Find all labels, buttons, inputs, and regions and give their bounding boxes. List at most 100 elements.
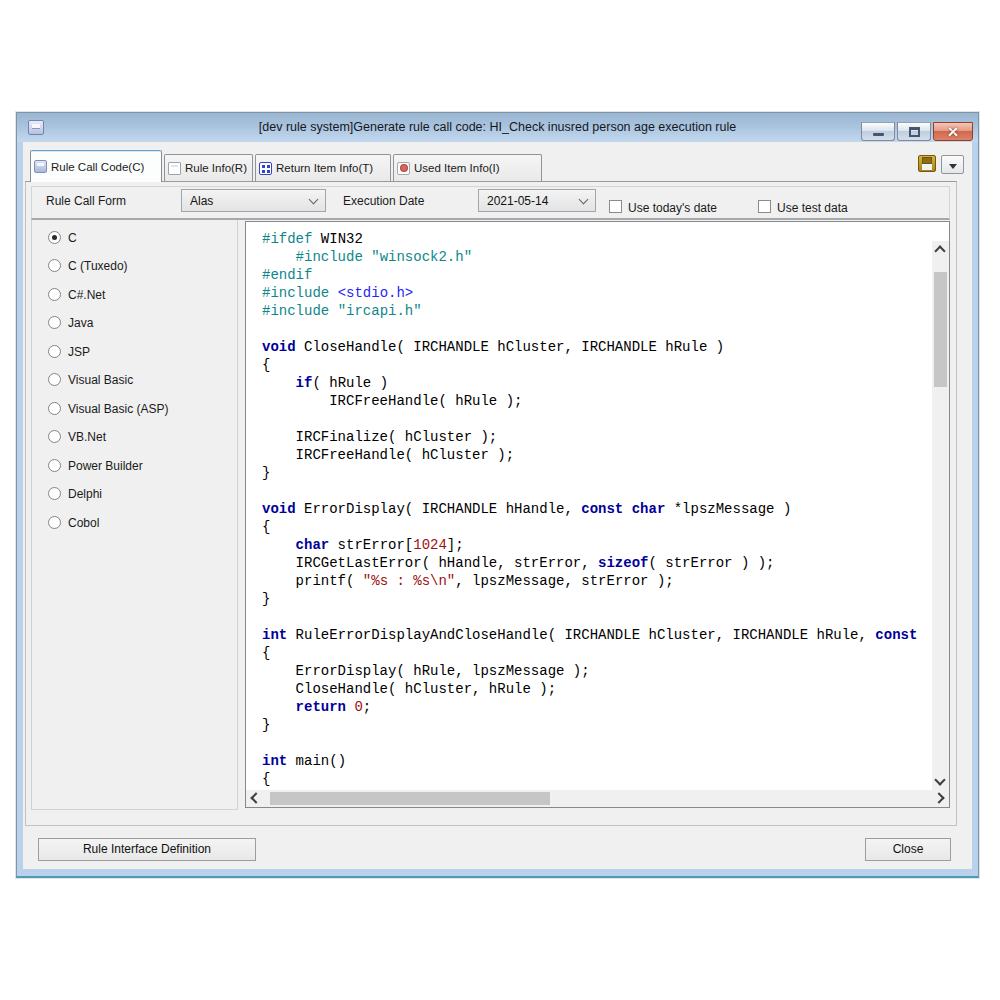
execution-date-combobox[interactable]: 2021-05-14 [478, 189, 596, 212]
save-dropdown-button[interactable] [941, 155, 964, 174]
radio-icon[interactable] [48, 288, 61, 301]
code-line: { [262, 644, 932, 662]
tab-label: Rule Info(R) [185, 162, 247, 174]
code-line: return 0; [262, 698, 932, 716]
maximize-button[interactable] [897, 122, 931, 141]
code-line [262, 608, 932, 626]
scroll-right-icon[interactable] [933, 792, 944, 803]
radio-icon[interactable] [48, 259, 61, 272]
document-icon [168, 162, 181, 175]
code-line: { [262, 770, 932, 788]
chevron-down-icon [579, 195, 589, 205]
language-label: Visual Basic [68, 373, 133, 387]
save-window-icon [34, 160, 47, 173]
rule-call-form-label: Rule Call Form [46, 194, 126, 208]
language-option-delphi[interactable]: Delphi [48, 486, 102, 501]
code-editor[interactable]: #ifdef WIN32 #include "winsock2.h"#endif… [246, 222, 932, 790]
execution-date-value: 2021-05-14 [487, 194, 548, 208]
radio-icon[interactable] [48, 430, 61, 443]
code-line: IRCFinalize( hCluster ); [262, 428, 932, 446]
minimize-button[interactable] [861, 122, 895, 141]
language-label: Delphi [68, 487, 102, 501]
language-label: Cobol [68, 516, 99, 530]
language-option-power-builder[interactable]: Power Builder [48, 458, 143, 473]
execution-date-label: Execution Date [343, 194, 424, 208]
code-line: #ifdef WIN32 [262, 230, 932, 248]
code-line: int main() [262, 752, 932, 770]
code-line: } [262, 590, 932, 608]
code-line [262, 410, 932, 428]
scroll-down-icon[interactable] [934, 774, 945, 785]
code-line: #endif [262, 266, 932, 284]
chevron-down-icon [309, 195, 319, 205]
horizontal-scrollbar[interactable] [246, 790, 949, 807]
radio-icon[interactable] [48, 402, 61, 415]
language-option-java[interactable]: Java [48, 315, 93, 330]
code-line: void CloseHandle( IRCHANDLE hCluster, IR… [262, 338, 932, 356]
tab-used-item-info-i[interactable]: Used Item Info(I) [393, 154, 542, 181]
language-label: Power Builder [68, 459, 143, 473]
tab-label: Return Item Info(T) [276, 162, 373, 174]
tab-rule-call-code-c[interactable]: Rule Call Code(C) [30, 150, 162, 182]
title-bar[interactable]: [dev rule system]Generate rule call code… [17, 113, 978, 142]
tab-return-item-info-t[interactable]: Return Item Info(T) [255, 154, 391, 181]
use-test-data-label: Use test data [777, 201, 848, 215]
language-option-visual-basic[interactable]: Visual Basic [48, 372, 133, 387]
code-line: IRCGetLastError( hHandle, strError, size… [262, 554, 932, 572]
language-option-cobol[interactable]: Cobol [48, 515, 99, 530]
rule-call-form-value: Alas [190, 194, 213, 208]
language-option-c-tuxedo[interactable]: C (Tuxedo) [48, 258, 128, 273]
options-panel: Rule Call Form Alas Execution Date 2021-… [31, 186, 950, 220]
save-button[interactable] [918, 155, 936, 172]
radio-icon[interactable] [48, 516, 61, 529]
language-label: Java [68, 316, 93, 330]
language-option-visual-basic-asp[interactable]: Visual Basic (ASP) [48, 401, 168, 416]
language-label: C#.Net [68, 288, 105, 302]
tab-label: Used Item Info(I) [414, 162, 500, 174]
code-panel: #ifdef WIN32 #include "winsock2.h"#endif… [245, 221, 950, 808]
tab-rule-info-r[interactable]: Rule Info(R) [164, 154, 253, 181]
close-button[interactable]: Close [865, 838, 951, 861]
radio-icon[interactable] [48, 373, 61, 386]
use-test-data-checkbox[interactable] [758, 200, 771, 213]
code-line: #include "ircapi.h" [262, 302, 932, 320]
language-label: C [68, 231, 77, 245]
code-line: #include <stdio.h> [262, 284, 932, 302]
radio-icon[interactable] [48, 459, 61, 472]
vertical-scrollbar-thumb[interactable] [934, 272, 947, 387]
language-option-vb-net[interactable]: VB.Net [48, 429, 106, 444]
code-line: { [262, 356, 932, 374]
radio-icon[interactable] [48, 316, 61, 329]
language-label: Visual Basic (ASP) [68, 402, 168, 416]
rule-interface-definition-button[interactable]: Rule Interface Definition [38, 838, 256, 861]
language-option-c[interactable]: C [48, 230, 77, 245]
language-panel: C C (Tuxedo) C#.Net Java JSP Visual Basic Visu… [31, 220, 238, 810]
radio-icon[interactable] [48, 231, 61, 244]
close-window-button[interactable] [933, 122, 973, 141]
code-line: #include "winsock2.h" [262, 248, 932, 266]
code-line [262, 734, 932, 752]
scroll-left-icon[interactable] [250, 792, 261, 803]
language-option-c-net[interactable]: C#.Net [48, 287, 105, 302]
code-line: void ErrorDisplay( IRCHANDLE hHandle, co… [262, 500, 932, 518]
code-line: if( hRule ) [262, 374, 932, 392]
tab-label: Rule Call Code(C) [51, 161, 144, 173]
use-todays-date-checkbox[interactable] [609, 200, 622, 213]
maximize-icon [909, 127, 920, 137]
vertical-scrollbar[interactable] [932, 241, 949, 790]
code-line: } [262, 464, 932, 482]
tab-page: Rule Call Form Alas Execution Date 2021-… [25, 181, 957, 826]
radio-icon[interactable] [48, 345, 61, 358]
code-line: printf( "%s : %s\n", lpszMessage, strErr… [262, 572, 932, 590]
language-label: JSP [68, 345, 90, 359]
language-label: VB.Net [68, 430, 106, 444]
rule-call-form-combobox[interactable]: Alas [181, 189, 326, 212]
dialog-window: [dev rule system]Generate rule call code… [16, 112, 979, 878]
radio-icon[interactable] [48, 487, 61, 500]
code-line [262, 320, 932, 338]
scroll-up-icon[interactable] [934, 245, 945, 256]
code-line: IRCFreeHandle( hCluster ); [262, 446, 932, 464]
language-label: C (Tuxedo) [68, 259, 128, 273]
language-option-jsp[interactable]: JSP [48, 344, 90, 359]
horizontal-scrollbar-thumb[interactable] [270, 792, 550, 805]
